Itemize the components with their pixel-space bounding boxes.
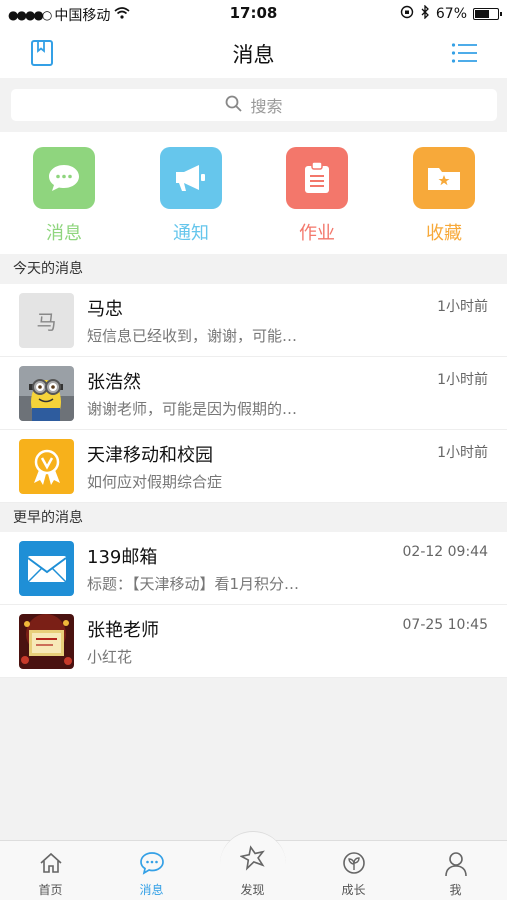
avatar: 马 — [19, 293, 74, 348]
quick-action-favorites[interactable]: 收藏 — [413, 147, 475, 245]
battery-percent: 67% — [435, 6, 467, 22]
discover-icon — [202, 845, 303, 871]
tab-bar: 首页 消息 发现 成长 我 — [0, 831, 507, 900]
status-bar: ●●●●○ 中国移动 17:08 67% — [0, 0, 507, 28]
quick-action-notices[interactable]: 通知 — [160, 147, 222, 245]
conversation-row[interactable]: 天津移动和校园 如何应对假期综合症 1小时前 — [0, 430, 507, 503]
quick-action-label: 通知 — [173, 223, 209, 244]
tab-label: 首页 — [38, 883, 63, 897]
clipboard-icon — [286, 147, 348, 209]
conversation-row[interactable]: 张艳老师 小红花 07-25 10:45 — [0, 605, 507, 678]
conversation-name: 天津移动和校园 — [87, 445, 213, 466]
conversation-name: 马忠 — [87, 299, 123, 320]
avatar — [19, 614, 74, 669]
battery-icon — [473, 8, 502, 20]
quick-action-homework[interactable]: 作业 — [286, 147, 348, 245]
battery-fill — [475, 10, 489, 18]
tab-label: 成长 — [341, 883, 366, 897]
avatar — [19, 541, 74, 596]
conversation-preview: 如何应对假期综合症 — [87, 473, 223, 491]
quick-action-messages[interactable]: 消息 — [33, 147, 95, 245]
conversation-row[interactable]: 张浩然 谢谢老师，可能是因为假期的… 1小时前 — [0, 357, 507, 430]
conversation-time: 07-25 10:45 — [402, 617, 488, 633]
conversation-row[interactable]: 139邮箱 标题：【天津移动】看1月积分… 02-12 09:44 — [0, 532, 507, 605]
quick-actions: 消息 通知 作业 收藏 — [0, 132, 507, 254]
rotation-lock-icon — [400, 5, 414, 23]
page-title: 消息 — [232, 43, 275, 67]
list-menu-icon[interactable] — [451, 42, 477, 64]
chat-icon — [33, 147, 95, 209]
tab-messages[interactable]: 消息 — [101, 841, 202, 900]
conversation-preview: 谢谢老师，可能是因为假期的… — [87, 400, 298, 418]
conversation-preview: 短信息已经收到，谢谢，可能… — [87, 327, 298, 345]
nav-bar: 消息 — [0, 28, 507, 78]
search-bar: 搜索 — [0, 78, 507, 132]
chat-icon — [101, 851, 202, 877]
conversation-row[interactable]: 马 马忠 短信息已经收到，谢谢，可能… 1小时前 — [0, 284, 507, 357]
conversation-time: 1小时前 — [437, 445, 488, 461]
tab-growth[interactable]: 成长 — [303, 841, 404, 900]
conversation-time: 1小时前 — [437, 372, 488, 388]
avatar — [19, 366, 74, 421]
conversation-name: 张艳老师 — [87, 620, 159, 641]
conversation-time: 02-12 09:44 — [402, 544, 488, 560]
search-input[interactable]: 搜索 — [11, 89, 497, 121]
tab-home[interactable]: 首页 — [0, 841, 101, 900]
section-header-earlier: 更早的消息 — [0, 503, 507, 533]
quick-action-label: 收藏 — [426, 223, 462, 244]
tab-me[interactable]: 我 — [404, 841, 507, 900]
home-icon — [0, 851, 101, 877]
avatar-initial: 马 — [36, 310, 57, 334]
bluetooth-icon — [420, 4, 430, 23]
conversation-name: 张浩然 — [87, 372, 141, 393]
avatar — [19, 439, 74, 494]
tab-label: 发现 — [240, 883, 265, 897]
award-ribbon-icon — [33, 449, 60, 485]
megaphone-icon — [160, 147, 222, 209]
conversation-preview: 标题：【天津移动】看1月积分… — [87, 575, 300, 593]
tab-label: 我 — [449, 883, 462, 897]
tab-discover[interactable]: 发现 — [202, 841, 303, 900]
person-icon — [404, 851, 507, 877]
quick-action-label: 作业 — [299, 223, 335, 244]
quick-action-label: 消息 — [46, 223, 82, 244]
sprout-icon — [303, 851, 404, 877]
mail-envelope-icon — [26, 555, 67, 583]
tab-label: 消息 — [139, 883, 164, 897]
conversation-preview: 小红花 — [87, 648, 133, 666]
conversation-name: 139邮箱 — [87, 547, 158, 568]
star-folder-icon — [413, 147, 475, 209]
section-header-today: 今天的消息 — [0, 254, 507, 284]
red-flower-certificate-image — [19, 614, 74, 669]
search-icon — [225, 95, 243, 116]
minion-avatar-image — [19, 366, 74, 421]
conversation-time: 1小时前 — [437, 299, 488, 315]
search-placeholder: 搜索 — [250, 97, 283, 116]
